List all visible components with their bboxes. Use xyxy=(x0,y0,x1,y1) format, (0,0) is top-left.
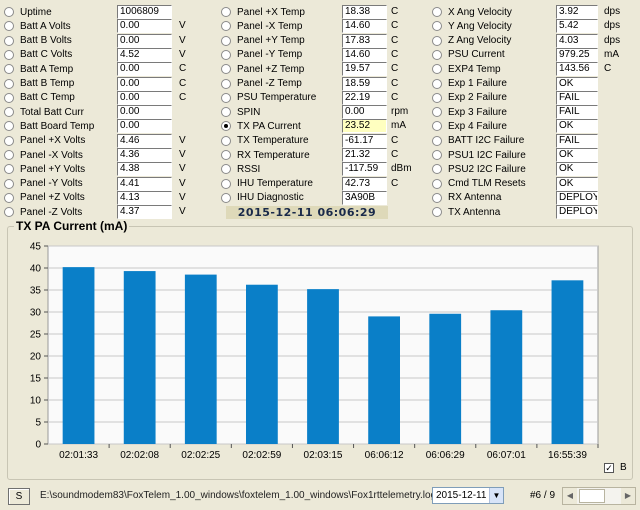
scroll-left-icon[interactable]: ◀ xyxy=(563,488,577,504)
s-button[interactable]: S xyxy=(8,488,30,505)
x-tick-label: 02:02:25 xyxy=(181,450,220,461)
x-tick-label: 02:01:33 xyxy=(59,450,98,461)
y-tick-label: 25 xyxy=(30,330,42,341)
x-tick-label: 02:03:15 xyxy=(304,450,343,461)
legend-b[interactable]: ✓ B xyxy=(604,462,627,473)
y-tick-label: 10 xyxy=(30,396,42,407)
y-tick-label: 30 xyxy=(30,308,42,319)
log-path: E:\soundmodem83\FoxTelem_1.00_windows\fo… xyxy=(40,490,437,501)
x-tick-label: 16:55:39 xyxy=(548,450,587,461)
page-scrollbar[interactable]: ◀ ▶ xyxy=(562,487,636,505)
legend-label: B xyxy=(620,462,627,473)
y-tick-label: 15 xyxy=(30,374,42,385)
x-tick-label: 06:06:29 xyxy=(426,450,465,461)
bar xyxy=(184,274,217,444)
bar xyxy=(551,280,584,444)
y-tick-label: 40 xyxy=(30,264,42,275)
bar xyxy=(368,316,400,444)
bar xyxy=(490,310,523,444)
x-tick-label: 06:06:12 xyxy=(365,450,404,461)
legend-checkbox[interactable]: ✓ xyxy=(604,462,614,473)
bar xyxy=(429,313,462,444)
bar-chart: 0 5 10 15 20 25 30 35 40 45 02:01:33 02:02:08 02:02:… xyxy=(30,242,599,461)
bar xyxy=(62,267,95,444)
date-value: 2015-12-11 xyxy=(436,490,487,501)
x-tick-label: 02:02:59 xyxy=(242,450,281,461)
date-picker[interactable]: 2015-12-11 ▼ xyxy=(432,487,504,504)
scroll-right-icon[interactable]: ▶ xyxy=(621,488,635,504)
bar xyxy=(246,284,278,444)
y-tick-label: 35 xyxy=(30,286,42,297)
y-tick-label: 20 xyxy=(30,352,42,363)
page-indicator: #6 / 9 xyxy=(530,490,556,501)
y-tick-label: 45 xyxy=(30,242,42,253)
chevron-down-icon[interactable]: ▼ xyxy=(489,488,503,503)
y-tick-label: 0 xyxy=(35,440,41,451)
scroll-thumb[interactable] xyxy=(579,489,605,503)
x-tick-label: 02:02:08 xyxy=(120,450,159,461)
bar xyxy=(123,271,156,444)
y-tick-label: 5 xyxy=(35,418,41,429)
bar xyxy=(307,289,339,444)
x-tick-label: 06:07:01 xyxy=(487,450,526,461)
